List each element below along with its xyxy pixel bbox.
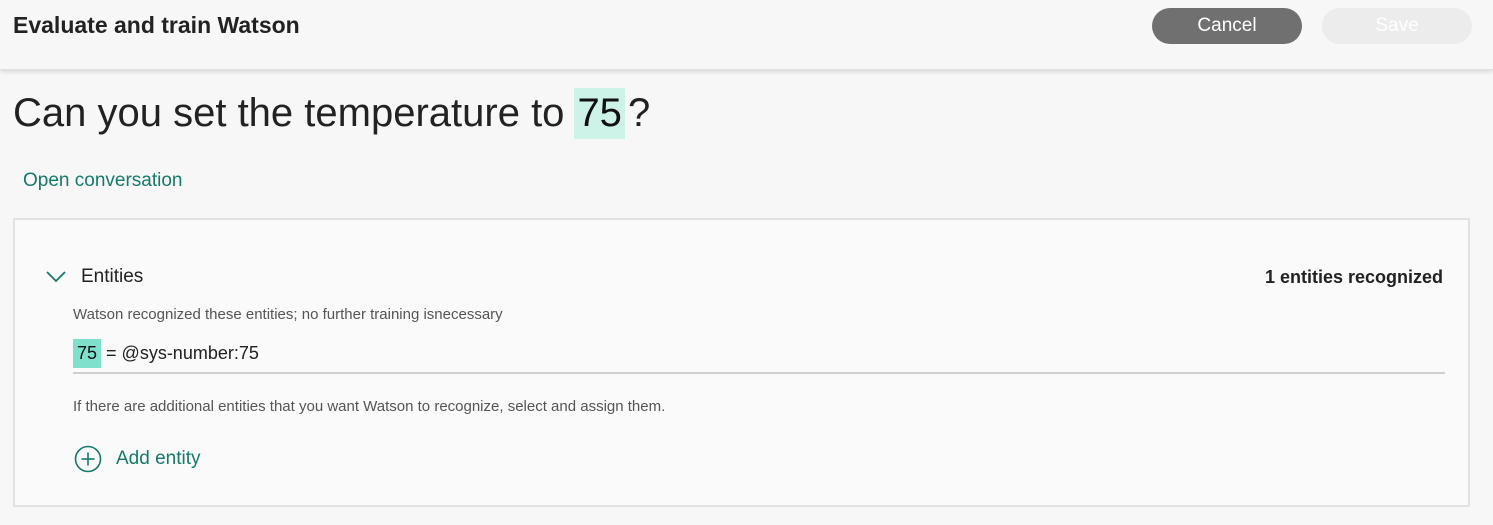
utterance-entity-highlight[interactable]: 75 [574,88,625,139]
page-title: Evaluate and train Watson [13,12,300,38]
utterance-after: ? [627,91,651,135]
chevron-down-icon [46,271,66,283]
entity-row: 75 = @sys-number:75 [73,334,1445,374]
open-conversation-link[interactable]: Open conversation [23,170,183,192]
utterance-text: Can you set the temperature to 75? [13,88,650,139]
add-entity-button[interactable]: Add entity [74,445,201,473]
add-entity-label: Add entity [116,448,201,469]
utterance-before: Can you set the temperature to [13,91,565,135]
entity-mapping: = @sys-number:75 [106,342,259,363]
save-button[interactable]: Save [1322,8,1472,44]
entities-section-label: Entities [81,266,144,287]
entities-panel: Entities 1 entities recognized Watson re… [13,218,1470,507]
entity-value-chip[interactable]: 75 [73,338,102,368]
additional-entities-note: If there are additional entities that yo… [73,398,666,415]
top-bar: Evaluate and train Watson Cancel Save [0,0,1493,70]
plus-circle-icon [74,445,102,473]
entities-section-toggle[interactable]: Entities [45,266,143,288]
recognized-note: Watson recognized these entities; no fur… [73,306,503,323]
cancel-button[interactable]: Cancel [1152,8,1302,44]
entities-count: 1 entities recognized [1264,267,1443,287]
